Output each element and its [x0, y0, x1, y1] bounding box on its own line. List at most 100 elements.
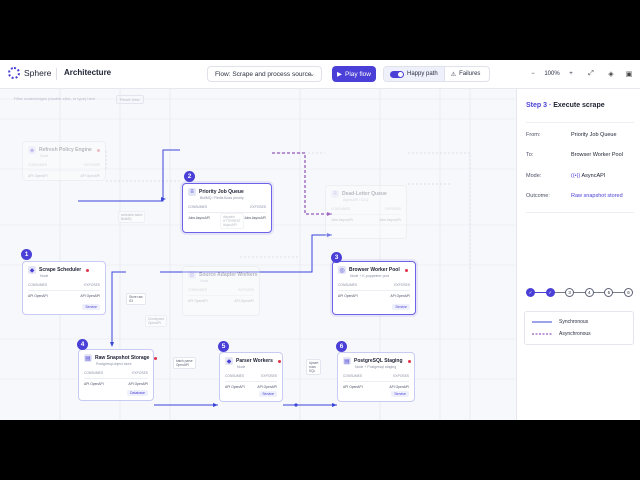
node-subtitle: Node + K-puppeteer pool [350, 274, 390, 278]
status-dot [86, 268, 90, 272]
node-source-adapter-workers[interactable]: ⚙ Source Adapter Workers Node CONSUMES EXP… [182, 266, 260, 316]
service-icon: ◆ [28, 146, 36, 154]
database-icon: ▤ [343, 357, 351, 365]
mode-label: Mode: [526, 173, 542, 179]
node-subtitle: Node [237, 365, 246, 369]
node-parser-workers[interactable]: ◆ Parser Workers Node CONSUMES EXPOSES API… [219, 352, 283, 402]
async-icon: ((•)) [571, 173, 581, 179]
to-value: Browser Worker Pool [571, 152, 623, 158]
filter-input[interactable]: Filter nodes/edges (double-click, or typ… [14, 96, 95, 101]
panel-toggle-icon: ▣ [625, 71, 633, 78]
node-type-tag: Service [392, 304, 410, 310]
chevron-down-icon: ⌄ [309, 71, 315, 78]
status-dot [407, 359, 411, 363]
path-mode-toggle: Happy path ⚠ Failures [383, 66, 490, 82]
node-subtitle: Postgresql object store [96, 362, 132, 366]
step-dot-2[interactable]: ✓ [545, 288, 555, 297]
reset-view-button[interactable]: Reset view [116, 95, 144, 104]
outcome-value: Raw snapshot stored [571, 193, 623, 199]
from-label: From: [526, 132, 541, 138]
consumes-value: API OpenAPI [225, 385, 245, 389]
exposes-value: API OpenAPI [390, 294, 410, 298]
step-dot-1[interactable]: ✓ [526, 288, 535, 297]
step-badge-6[interactable]: 6 [336, 341, 347, 352]
fit-view-button[interactable]: ⤢ [584, 66, 598, 82]
queue-icon: ≡ [331, 190, 339, 198]
service-icon: ◆ [225, 357, 233, 365]
play-flow-button[interactable]: ▶ Play flow [332, 66, 376, 82]
step-badge-4[interactable]: 4 [77, 339, 88, 350]
queue-icon: ≡ [188, 188, 196, 196]
step-badge-2[interactable]: 2 [184, 171, 195, 182]
consumes-header: CONSUMES [28, 283, 48, 287]
panel-toggle-button[interactable]: ▣ [622, 66, 636, 82]
consumes-value: API OpenAPI [338, 294, 358, 298]
sync-edge-4-5[interactable] [154, 403, 218, 407]
happy-path-toggle[interactable]: Happy path [384, 67, 444, 81]
play-flow-label: Play flow [344, 70, 371, 78]
edge-label-dispatch[interactable]: dispatch HTTP/REST AsyncAPI [220, 213, 244, 229]
zoom-out-button[interactable]: − [526, 71, 540, 77]
flow-select[interactable]: Flow: Scrape and process source ⌄ [207, 66, 322, 82]
exposes-header: EXPOSES [84, 163, 100, 167]
brand[interactable]: Sphere [8, 67, 51, 79]
status-dot [154, 356, 158, 360]
edge-label-checkpoint[interactable]: Checkpoint OpenAPI [145, 315, 167, 327]
failures-label: Failures [459, 71, 481, 77]
consumes-value: API OpenAPI [343, 385, 363, 389]
edge-label-store-raw[interactable]: Store raw S3 [126, 293, 146, 305]
step-badge-5[interactable]: 5 [218, 341, 229, 352]
node-postgresql-staging[interactable]: ▤ PostgreSQL Staging Node + Postgresql st… [337, 352, 415, 402]
node-title: Refresh Policy Engine [39, 147, 92, 153]
status-dot [96, 148, 100, 152]
node-subtitle: Node [200, 279, 209, 283]
node-title: Priority Job Queue [199, 189, 244, 195]
consumes-value: API OpenAPI [84, 382, 104, 386]
sync-edge-5-6[interactable] [283, 403, 337, 407]
step-progress: ✓ ✓ 3 4 5 6 [526, 288, 634, 298]
step-badge-3[interactable]: 3 [331, 252, 342, 263]
edge-legend: Synchronous Asynchronous [524, 311, 634, 345]
node-subtitle: Node [40, 154, 49, 158]
consumes-value: API OpenAPI [28, 294, 48, 298]
zoom-controls: − 100% + [526, 66, 578, 82]
node-browser-worker-pool[interactable]: ◎ Browser Worker Pool Node + K-puppeteer … [332, 261, 416, 315]
globe-icon: ◎ [338, 266, 346, 274]
diagram-canvas[interactable]: Filter nodes/edges (double-click, or typ… [0, 89, 516, 420]
exposes-header: EXPOSES [261, 374, 277, 378]
async-edge-2-3[interactable] [272, 152, 332, 216]
exposes-header: EXPOSES [385, 207, 401, 211]
edge-label-batch-parse[interactable]: batch parse OpenAPI [173, 357, 196, 369]
edge-label-upsert[interactable]: Upsert rows SQL [306, 359, 322, 375]
consumes-value: API OpenAPI [188, 299, 208, 303]
step-dot-6[interactable]: 6 [624, 288, 633, 297]
consumes-header: CONSUMES [188, 205, 208, 209]
node-raw-snapshot-storage[interactable]: ▤ Raw Snapshot Storage Postgresql object … [78, 349, 158, 401]
consumes-header: CONSUMES [343, 374, 363, 378]
app-window: Sphere Architecture Flow: Scrape and pro… [0, 60, 640, 420]
flow-select-value: Flow: Scrape and process source [215, 70, 312, 78]
step-number: Step 3 · [526, 102, 552, 109]
exposes-header: EXPOSES [393, 374, 409, 378]
node-refresh-policy-engine[interactable]: ◆ Refresh Policy Engine Node CONSUMES EXPO… [22, 141, 106, 181]
play-icon: ▶ [336, 71, 342, 78]
sync-edge-to-4[interactable] [110, 271, 126, 347]
failures-button[interactable]: ⚠ Failures [443, 67, 487, 81]
consumes-header: CONSUMES [188, 288, 208, 292]
brand-name: Sphere [24, 68, 52, 78]
fit-view-icon: ⤢ [588, 70, 594, 77]
worker-icon: ⚙ [188, 271, 196, 279]
zoom-in-button[interactable]: + [564, 71, 578, 77]
layers-button[interactable]: ◈ [604, 66, 618, 82]
step-dot-4[interactable]: 4 [584, 288, 594, 297]
step-badge-1[interactable]: 1 [21, 249, 32, 260]
node-scrape-scheduler-card[interactable]: ◆ Scrape Scheduler Node CONSUMES EXPOSES A… [22, 261, 106, 315]
node-type-tag: Database [127, 390, 148, 396]
outcome-label: Outcome: [526, 193, 550, 199]
node-title: Source Adapter Workers [199, 272, 258, 278]
node-title: Parser Workers [236, 358, 273, 364]
edge-label-schedule[interactable]: schedule batch BullMQ [118, 211, 146, 223]
zoom-level: 100% [544, 71, 560, 77]
node-dead-letter-queue[interactable]: ≡ Dead-Letter Queue AsyncAPI / DLQ CONSUM… [325, 185, 407, 239]
mode-value-text: AsyncAPI [581, 173, 606, 179]
